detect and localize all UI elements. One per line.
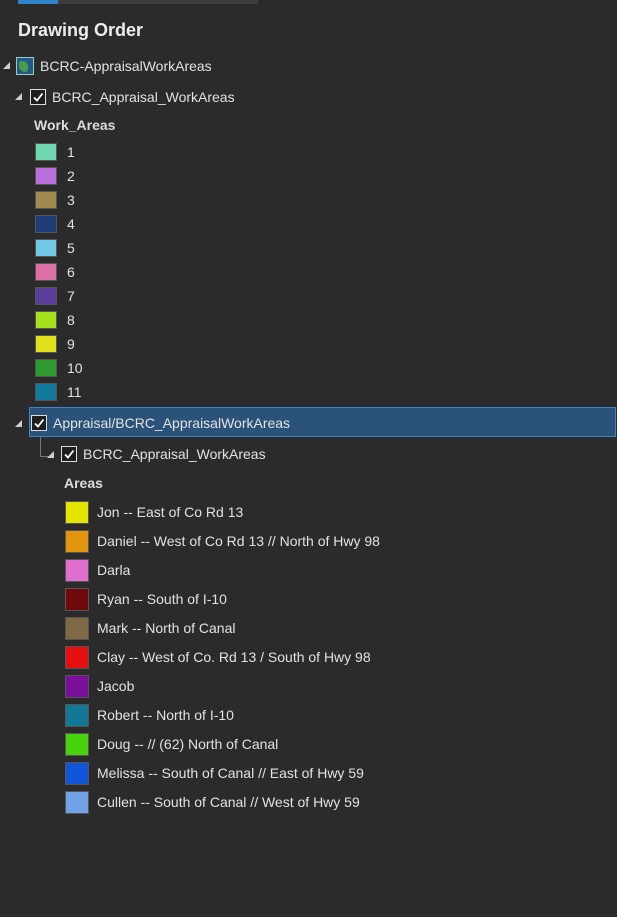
legend-class-label: Mark -- North of Canal (97, 620, 236, 636)
layer2-field-heading: Areas (64, 475, 103, 491)
legend-class-label: 4 (67, 216, 75, 232)
legend-class-label: 8 (67, 312, 75, 328)
legend-class-label: Jacob (97, 678, 135, 694)
legend-class-label: 10 (67, 360, 83, 376)
legend-class-item[interactable]: 2 (35, 163, 75, 189)
legend-class-item[interactable]: Robert -- North of I-10 (65, 702, 234, 728)
legend-class-item[interactable]: Jacob (65, 673, 134, 699)
layer1-item[interactable]: BCRC_Appraisal_WorkAreas (30, 84, 235, 110)
layer2-name: BCRC_Appraisal_WorkAreas (83, 446, 266, 462)
legend-class-label: Ryan -- South of I-10 (97, 591, 227, 607)
legend-class-item[interactable]: 6 (35, 259, 75, 285)
color-swatch[interactable] (65, 703, 89, 727)
collapse-group-icon[interactable] (15, 420, 22, 427)
group-name: Appraisal/BCRC_AppraisalWorkAreas (53, 415, 291, 431)
color-swatch[interactable] (35, 167, 57, 185)
legend-class-label: Doug -- // (62) North of Canal (97, 736, 279, 752)
color-swatch[interactable] (35, 383, 57, 401)
color-swatch[interactable] (35, 263, 57, 281)
legend-class-item[interactable]: Mark -- North of Canal (65, 615, 235, 641)
color-swatch[interactable] (65, 674, 89, 698)
tree-connector-vertical (40, 437, 41, 456)
color-swatch[interactable] (35, 287, 57, 305)
group-checkbox[interactable] (31, 415, 47, 431)
checkmark-icon (33, 92, 44, 102)
legend-class-label: Melissa -- South of Canal // East of Hwy… (97, 765, 364, 781)
legend-class-item[interactable]: 10 (35, 355, 83, 381)
color-swatch[interactable] (65, 529, 89, 553)
color-swatch[interactable] (35, 191, 57, 209)
legend-class-item[interactable]: Darla (65, 557, 130, 583)
color-swatch[interactable] (65, 761, 89, 785)
layer1-field-heading: Work_Areas (34, 117, 116, 133)
legend-class-label: 2 (67, 168, 75, 184)
color-swatch[interactable] (35, 239, 57, 257)
collapse-layer2-icon[interactable] (47, 451, 54, 458)
tab-indicator-active (18, 0, 58, 4)
legend-class-item[interactable]: 7 (35, 283, 75, 309)
legend-class-item[interactable]: 1 (35, 139, 75, 165)
legend-class-item[interactable]: Ryan -- South of I-10 (65, 586, 227, 612)
legend-class-label: 5 (67, 240, 75, 256)
color-swatch[interactable] (65, 500, 89, 524)
legend-class-label: Jon -- East of Co Rd 13 (97, 504, 244, 520)
collapse-layer1-icon[interactable] (15, 93, 22, 100)
legend-class-item[interactable]: 4 (35, 211, 75, 237)
layer1-checkbox[interactable] (30, 89, 46, 105)
group-item[interactable]: Appraisal/BCRC_AppraisalWorkAreas (31, 410, 290, 436)
legend-class-label: Darla (97, 562, 131, 578)
legend-class-item[interactable]: Doug -- // (62) North of Canal (65, 731, 278, 757)
legend-class-item[interactable]: 9 (35, 331, 75, 357)
layer2-item[interactable]: BCRC_Appraisal_WorkAreas (61, 441, 266, 467)
legend-class-label: 1 (67, 144, 75, 160)
tab-indicator-track (18, 0, 258, 4)
legend-class-label: 6 (67, 264, 75, 280)
color-swatch[interactable] (35, 311, 57, 329)
legend-class-label: 7 (67, 288, 75, 304)
legend-class-item[interactable]: Cullen -- South of Canal // West of Hwy … (65, 789, 360, 815)
layer2-checkbox[interactable] (61, 446, 77, 462)
map-item[interactable]: BCRC-AppraisalWorkAreas (16, 53, 212, 79)
legend-class-item[interactable]: 8 (35, 307, 75, 333)
panel-title: Drawing Order (18, 20, 144, 40)
legend-class-item[interactable]: Jon -- East of Co Rd 13 (65, 499, 243, 525)
legend-class-label: Daniel -- West of Co Rd 13 // North of H… (97, 533, 380, 549)
color-swatch[interactable] (65, 558, 89, 582)
color-swatch[interactable] (35, 335, 57, 353)
legend-class-label: Clay -- West of Co. Rd 13 / South of Hwy… (97, 649, 371, 665)
checkmark-icon (34, 418, 45, 428)
color-swatch[interactable] (65, 645, 89, 669)
legend-class-item[interactable]: 5 (35, 235, 75, 261)
legend-class-label: Robert -- North of I-10 (97, 707, 234, 723)
map-name: BCRC-AppraisalWorkAreas (40, 58, 212, 74)
color-swatch[interactable] (65, 587, 89, 611)
legend-class-item[interactable]: Daniel -- West of Co Rd 13 // North of H… (65, 528, 380, 554)
legend-class-label: Cullen -- South of Canal // West of Hwy … (97, 794, 360, 810)
color-swatch[interactable] (35, 359, 57, 377)
color-swatch[interactable] (35, 215, 57, 233)
legend-class-label: 11 (67, 384, 82, 400)
map-icon (16, 57, 34, 75)
layer1-name: BCRC_Appraisal_WorkAreas (52, 89, 235, 105)
color-swatch[interactable] (65, 616, 89, 640)
legend-class-item[interactable]: 3 (35, 187, 75, 213)
legend-class-label: 3 (67, 192, 75, 208)
color-swatch[interactable] (35, 143, 57, 161)
color-swatch[interactable] (65, 732, 89, 756)
legend-class-item[interactable]: Melissa -- South of Canal // East of Hwy… (65, 760, 364, 786)
legend-class-label: 9 (67, 336, 75, 352)
legend-class-item[interactable]: Clay -- West of Co. Rd 13 / South of Hwy… (65, 644, 371, 670)
checkmark-icon (64, 449, 75, 459)
color-swatch[interactable] (65, 790, 89, 814)
collapse-map-icon[interactable] (3, 62, 10, 69)
legend-class-item[interactable]: 11 (35, 379, 82, 405)
